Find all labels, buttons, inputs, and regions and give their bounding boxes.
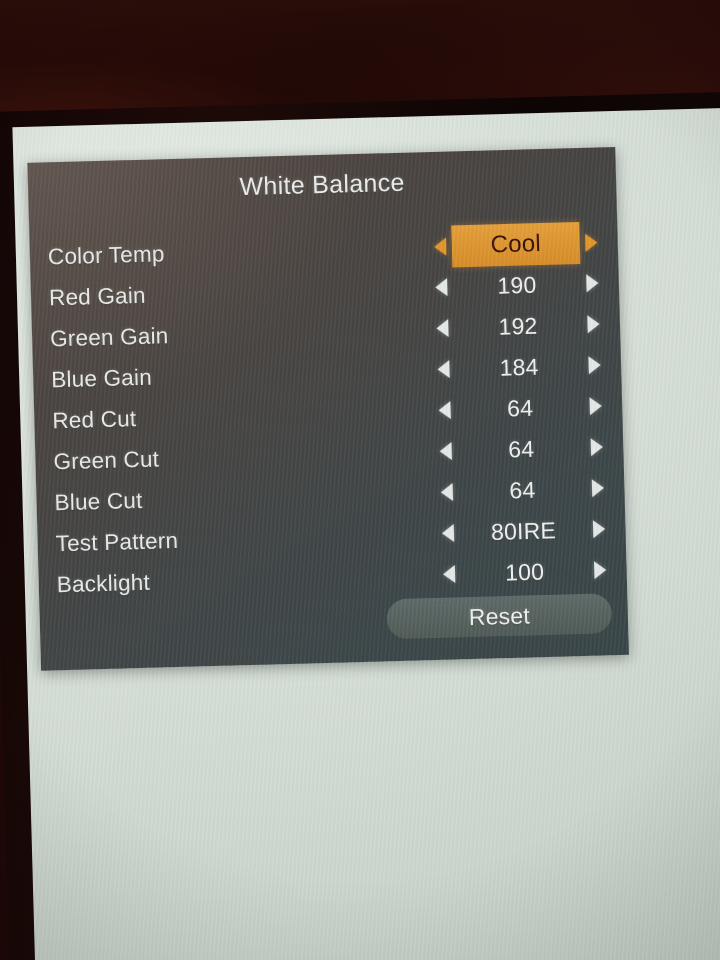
setting-label: Red Gain xyxy=(48,282,146,310)
setting-value: 64 xyxy=(506,394,534,422)
triangle-right-icon[interactable] xyxy=(583,354,606,377)
triangle-right-icon[interactable] xyxy=(581,272,604,295)
triangle-right-icon[interactable] xyxy=(588,559,611,582)
setting-label: Blue Gain xyxy=(50,364,153,392)
tv-screen: White Balance Color Temp Cool Red Gain 190 G… xyxy=(12,107,720,960)
setting-stepper[interactable]: 100 xyxy=(438,556,611,588)
triangle-right-icon[interactable] xyxy=(585,436,608,459)
setting-value: 100 xyxy=(504,558,545,586)
tv-bezel: White Balance Color Temp Cool Red Gain 190 G… xyxy=(0,91,720,960)
setting-value: 190 xyxy=(497,271,537,299)
setting-value: 184 xyxy=(499,353,539,381)
triangle-left-icon[interactable] xyxy=(436,481,459,504)
setting-stepper[interactable]: 190 xyxy=(431,269,604,301)
tv-photo: White Balance Color Temp Cool Red Gain 190 G… xyxy=(0,0,720,960)
setting-value: 80IRE xyxy=(490,516,557,545)
triangle-left-icon[interactable] xyxy=(434,399,457,422)
osd-settings-list: Color Temp Cool Red Gain 190 Green Gain 192 Bl… xyxy=(29,221,627,606)
triangle-left-icon[interactable] xyxy=(433,358,456,381)
setting-label: Test Pattern xyxy=(55,527,179,556)
setting-stepper[interactable]: Cool xyxy=(429,221,602,268)
setting-value: 64 xyxy=(509,476,536,503)
setting-stepper[interactable]: 192 xyxy=(432,310,605,342)
setting-label: Backlight xyxy=(56,569,151,597)
setting-label: Blue Cut xyxy=(54,487,143,515)
setting-value: Cool xyxy=(451,221,581,267)
setting-label: Red Cut xyxy=(52,405,137,433)
osd-title: White Balance xyxy=(239,168,405,202)
triangle-right-icon[interactable] xyxy=(587,518,610,541)
triangle-right-icon[interactable] xyxy=(582,313,605,336)
setting-stepper[interactable]: 64 xyxy=(436,474,609,506)
triangle-left-icon[interactable] xyxy=(437,522,460,545)
setting-stepper[interactable]: 184 xyxy=(433,351,606,383)
setting-stepper[interactable]: 64 xyxy=(434,392,607,424)
triangle-left-icon[interactable] xyxy=(438,563,461,586)
setting-label: Green Gain xyxy=(49,322,169,351)
triangle-left-icon[interactable] xyxy=(431,276,454,299)
setting-value: 64 xyxy=(507,435,535,462)
white-balance-osd-panel: White Balance Color Temp Cool Red Gain 190 G… xyxy=(27,146,629,671)
triangle-left-icon[interactable] xyxy=(430,235,453,258)
setting-label: Green Cut xyxy=(53,445,160,474)
reset-button[interactable]: Reset xyxy=(386,593,613,640)
setting-label: Color Temp xyxy=(47,240,165,269)
triangle-right-icon[interactable] xyxy=(579,231,602,254)
triangle-left-icon[interactable] xyxy=(435,440,458,463)
triangle-left-icon[interactable] xyxy=(432,317,455,340)
setting-stepper[interactable]: 80IRE xyxy=(437,515,610,547)
setting-value: 192 xyxy=(498,312,538,340)
setting-stepper[interactable]: 64 xyxy=(435,433,608,465)
triangle-right-icon[interactable] xyxy=(586,477,609,500)
triangle-right-icon[interactable] xyxy=(584,395,607,418)
